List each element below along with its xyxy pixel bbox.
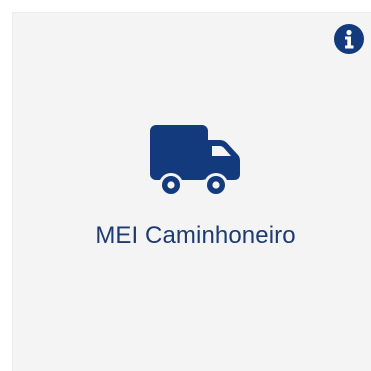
info-icon[interactable] <box>334 24 364 54</box>
card-title: MEI Caminhoneiro <box>95 222 296 249</box>
truck-icon <box>150 125 240 197</box>
